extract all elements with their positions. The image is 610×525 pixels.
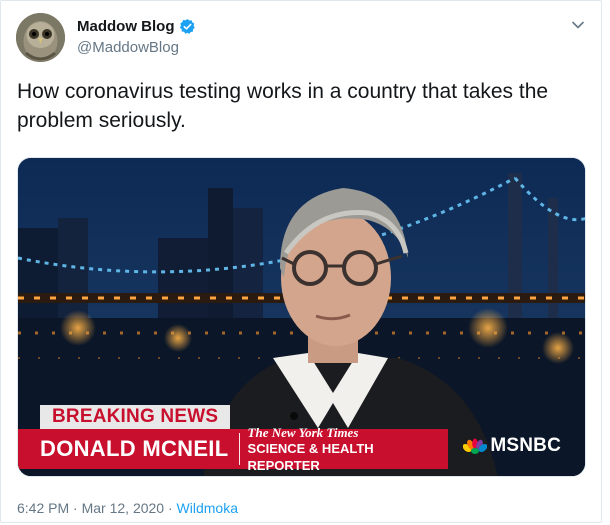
news-lower-third: BREAKING NEWS DONALD MCNEIL The New York… [18, 403, 585, 476]
author-handle[interactable]: @MaddowBlog [77, 39, 179, 56]
meta-separator: · [167, 500, 173, 516]
guest-nameplate: DONALD MCNEIL The New York Times SCIENCE… [18, 425, 448, 473]
chevron-down-icon[interactable] [571, 18, 585, 32]
guest-name: DONALD MCNEIL [40, 436, 229, 461]
network-logo: MSNBC [463, 435, 561, 457]
meta-separator: · [73, 500, 78, 516]
guest-role: SCIENCE & HEALTH REPORTER [247, 440, 374, 473]
network-name: MSNBC [490, 435, 561, 456]
author-display-name[interactable]: Maddow Blog [77, 18, 175, 35]
guest-outlet: The New York Times [247, 424, 359, 440]
verified-badge-icon [179, 19, 195, 34]
owl-avatar-icon [16, 13, 65, 62]
nameplate-divider [238, 433, 240, 465]
video-media[interactable]: BREAKING NEWS DONALD MCNEIL The New York… [17, 157, 586, 477]
avatar[interactable] [16, 13, 65, 62]
tweet-metadata: 6:42 PM · Mar 12, 2020 · Wildmoka [17, 500, 238, 516]
breaking-news-banner: BREAKING NEWS [40, 405, 231, 429]
tweet-card: Maddow Blog @MaddowBlog How coronavirus … [0, 0, 602, 523]
tweet-time[interactable]: 6:42 PM [17, 500, 69, 516]
tweet-source-link[interactable]: Wildmoka [177, 500, 238, 516]
guest-credentials: The New York Times SCIENCE & HEALTH REPO… [248, 425, 448, 474]
tweet-date[interactable]: Mar 12, 2020 [82, 500, 165, 516]
tweet-text: How coronavirus testing works in a count… [17, 80, 549, 132]
peacock-logo-icon [463, 438, 488, 454]
